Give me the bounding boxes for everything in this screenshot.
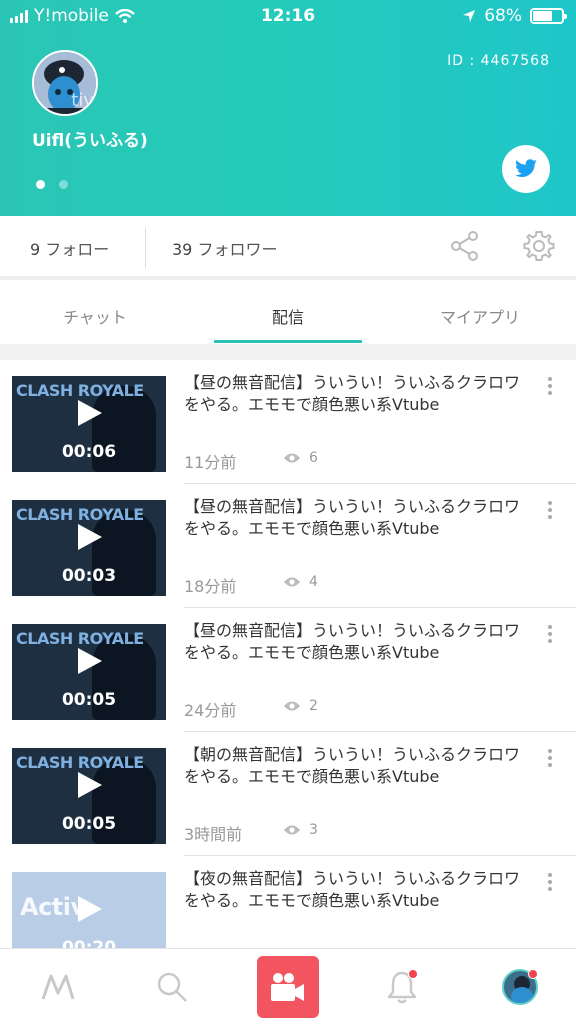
more-options-icon[interactable] <box>546 377 554 395</box>
followers-count: 39 <box>172 240 193 259</box>
play-icon <box>78 772 102 798</box>
location-arrow-icon <box>463 10 476 22</box>
following-label: フォロー <box>45 240 110 259</box>
stream-title: 【昼の無音配信】ういうい！ういふるクラロワをやる。エモモで顔色悪い系Vtube <box>184 373 521 414</box>
stream-item[interactable]: CLASH ROYALE 00:05 【昼の無音配信】ういうい！ういふるクラロワ… <box>0 608 576 732</box>
search-icon <box>157 972 187 1002</box>
bottom-navigation <box>0 948 576 1024</box>
tab-chat[interactable]: チャット <box>20 304 170 328</box>
view-count: 2 <box>309 698 318 714</box>
avatar-overlay-text: tiv <box>71 90 94 111</box>
gear-icon[interactable] <box>522 229 556 263</box>
video-camera-icon <box>271 973 304 1001</box>
battery-percent: 68% <box>484 6 522 26</box>
battery-icon <box>530 8 567 24</box>
profile-avatar[interactable]: tiv <box>32 50 98 116</box>
eye-icon <box>284 577 300 587</box>
stream-views: 4 <box>283 574 318 590</box>
stream-item[interactable]: CLASH ROYALE 00:03 【昼の無音配信】ういうい！ういふるクラロワ… <box>0 484 576 608</box>
stream-duration: 00:20 <box>61 938 117 948</box>
thumbnail-text: Activ <box>20 893 86 921</box>
profile-header: Y!mobile 12:16 68% tiv Uifl(ういふる) ID: 4… <box>0 0 576 216</box>
play-icon <box>78 524 102 550</box>
section-gap <box>0 344 576 360</box>
follow-divider <box>145 228 146 268</box>
thumbnail-text: CLASH ROYALE <box>16 629 144 648</box>
profile-pager <box>36 180 68 189</box>
play-icon <box>78 400 102 426</box>
mirrativ-logo-icon <box>41 974 75 1000</box>
more-options-icon[interactable] <box>546 749 554 767</box>
stream-age: 3時間前 <box>184 825 243 844</box>
stream-thumbnail[interactable]: CLASH ROYALE 00:05 <box>12 748 166 844</box>
followers-label: フォロワー <box>197 240 278 259</box>
eye-icon <box>284 701 300 711</box>
thumbnail-text: CLASH ROYALE <box>16 505 144 524</box>
active-tab-indicator <box>214 340 362 343</box>
notification-badge <box>408 969 418 979</box>
pager-dot-1[interactable] <box>36 180 45 189</box>
stream-thumbnail[interactable]: CLASH ROYALE 00:03 <box>12 500 166 596</box>
view-count: 3 <box>309 822 318 838</box>
follow-bar: 9 フォロー 39 フォロワー <box>0 216 576 280</box>
share-icon[interactable] <box>451 231 479 261</box>
tab-my-apps[interactable]: マイアプリ <box>405 304 555 328</box>
nav-notifications[interactable] <box>372 949 432 1025</box>
stream-item[interactable]: CLASH ROYALE 00:05 【朝の無音配信】ういうい！ういふるクラロワ… <box>0 732 576 856</box>
twitter-button[interactable] <box>502 145 550 193</box>
play-icon <box>78 648 102 674</box>
eye-icon <box>284 825 300 835</box>
battery-level <box>533 11 552 21</box>
following-count: 9 <box>30 240 41 259</box>
stream-duration: 00:05 <box>61 690 117 710</box>
stream-title: 【昼の無音配信】ういうい！ういふるクラロワをやる。エモモで顔色悪い系Vtube <box>184 497 521 538</box>
stream-views: 3 <box>283 822 318 838</box>
play-icon <box>78 896 102 922</box>
stream-views: 6 <box>283 450 318 466</box>
more-options-icon[interactable] <box>546 873 554 891</box>
stream-list: CLASH ROYALE 00:06 【昼の無音配信】ういうい！ういふるクラロワ… <box>0 360 576 948</box>
stream-age: 11分前 <box>184 453 237 472</box>
stream-duration: 00:05 <box>61 814 117 834</box>
more-options-icon[interactable] <box>546 625 554 643</box>
stream-title: 【朝の無音配信】ういうい！ういふるクラロワをやる。エモモで顔色悪い系Vtube <box>184 745 521 786</box>
status-right: 68% <box>462 6 567 26</box>
pager-dot-2[interactable] <box>59 180 68 189</box>
stream-age: 24分前 <box>184 701 237 720</box>
nav-go-live[interactable] <box>257 949 319 1025</box>
more-options-icon[interactable] <box>546 501 554 519</box>
tab-streams[interactable]: 配信 <box>213 304 363 328</box>
stream-duration: 00:03 <box>61 566 117 586</box>
nav-profile[interactable] <box>490 949 550 1025</box>
stream-thumbnail[interactable]: CLASH ROYALE 00:06 <box>12 376 166 472</box>
stream-thumbnail[interactable]: CLASH ROYALE 00:05 <box>12 624 166 720</box>
stream-duration: 00:06 <box>61 442 117 462</box>
view-count: 4 <box>309 574 318 590</box>
stream-title: 【昼の無音配信】ういうい！ういふるクラロワをやる。エモモで顔色悪い系Vtube <box>184 621 521 662</box>
twitter-icon <box>515 159 537 177</box>
following-count-link[interactable]: 9 フォロー <box>30 236 109 260</box>
go-live-button[interactable] <box>257 956 319 1018</box>
thumbnail-text: CLASH ROYALE <box>16 381 144 400</box>
followers-count-link[interactable]: 39 フォロワー <box>172 236 277 260</box>
content-tabs: チャット 配信 マイアプリ <box>0 284 576 344</box>
stream-age: 18分前 <box>184 577 237 596</box>
nav-search[interactable] <box>142 949 202 1025</box>
stream-item[interactable]: Activ 00:20 【夜の無音配信】ういうい！ういふるクラロワをやる。エモモ… <box>0 856 576 948</box>
user-id: ID : 4467568 <box>447 53 550 69</box>
stream-item[interactable]: CLASH ROYALE 00:06 【昼の無音配信】ういうい！ういふるクラロワ… <box>0 360 576 484</box>
eye-icon <box>284 453 300 463</box>
thumbnail-text: CLASH ROYALE <box>16 753 144 772</box>
profile-badge <box>528 969 538 979</box>
stream-thumbnail[interactable]: Activ 00:20 <box>12 872 166 948</box>
stream-title: 【夜の無音配信】ういうい！ういふるクラロワをやる。エモモで顔色悪い系Vtube <box>184 869 521 910</box>
view-count: 6 <box>309 450 318 466</box>
nav-home[interactable] <box>30 949 90 1025</box>
username: Uifl(ういふる) <box>32 131 148 151</box>
stream-views: 2 <box>283 698 318 714</box>
status-bar: Y!mobile 12:16 68% <box>0 0 576 34</box>
